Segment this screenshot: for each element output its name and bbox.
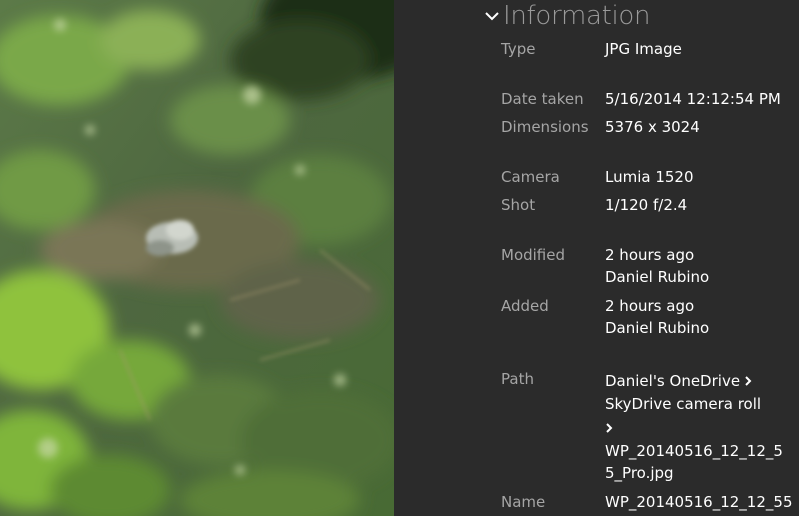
- photo-image: [0, 0, 394, 516]
- photo-preview[interactable]: [0, 0, 394, 516]
- date-taken-label: Date taken: [501, 90, 584, 108]
- shot-value: 1/120 f/2.4: [605, 196, 688, 214]
- chevron-right-icon: [606, 423, 613, 433]
- camera-label: Camera: [501, 168, 560, 186]
- path-segment-onedrive[interactable]: Daniel's OneDrive: [605, 370, 753, 392]
- modified-by-value: Daniel Rubino: [605, 268, 710, 286]
- modified-time-value: 2 hours ago: [605, 246, 695, 264]
- dimensions-value: 5376 x 3024: [605, 118, 700, 136]
- camera-value: Lumia 1520: [605, 168, 694, 186]
- path-segment-camera-roll-text: SkyDrive camera roll: [605, 395, 762, 413]
- added-by-value: Daniel Rubino: [605, 319, 710, 337]
- modified-label: Modified: [501, 246, 566, 264]
- type-label: Type: [501, 40, 536, 58]
- added-label: Added: [501, 297, 549, 315]
- shot-label: Shot: [501, 196, 536, 214]
- path-separator: [605, 417, 614, 439]
- name-label: Name: [501, 493, 546, 511]
- path-label: Path: [501, 370, 534, 388]
- path-segment-camera-roll[interactable]: SkyDrive camera roll: [605, 393, 761, 415]
- information-section-toggle[interactable]: Information: [483, 0, 651, 32]
- chevron-right-icon: [745, 376, 752, 386]
- dimensions-label: Dimensions: [501, 118, 589, 136]
- path-file-line-1: WP_20140516_12_12_5: [605, 442, 783, 460]
- information-section-title: Information: [503, 1, 651, 31]
- type-value: JPG Image: [605, 40, 682, 58]
- chevron-down-icon: [485, 12, 499, 21]
- added-time-value: 2 hours ago: [605, 297, 695, 315]
- path-segment-onedrive-text: Daniel's OneDrive: [605, 372, 741, 390]
- info-panel: Information Type JPG Image Date taken 5/…: [394, 0, 799, 516]
- photo-viewer: Information Type JPG Image Date taken 5/…: [0, 0, 799, 516]
- date-taken-value: 5/16/2014 12:12:54 PM: [605, 90, 781, 108]
- path-file-line-2: 5_Pro.jpg: [605, 464, 674, 482]
- name-value: WP_20140516_12_12_55: [605, 493, 793, 511]
